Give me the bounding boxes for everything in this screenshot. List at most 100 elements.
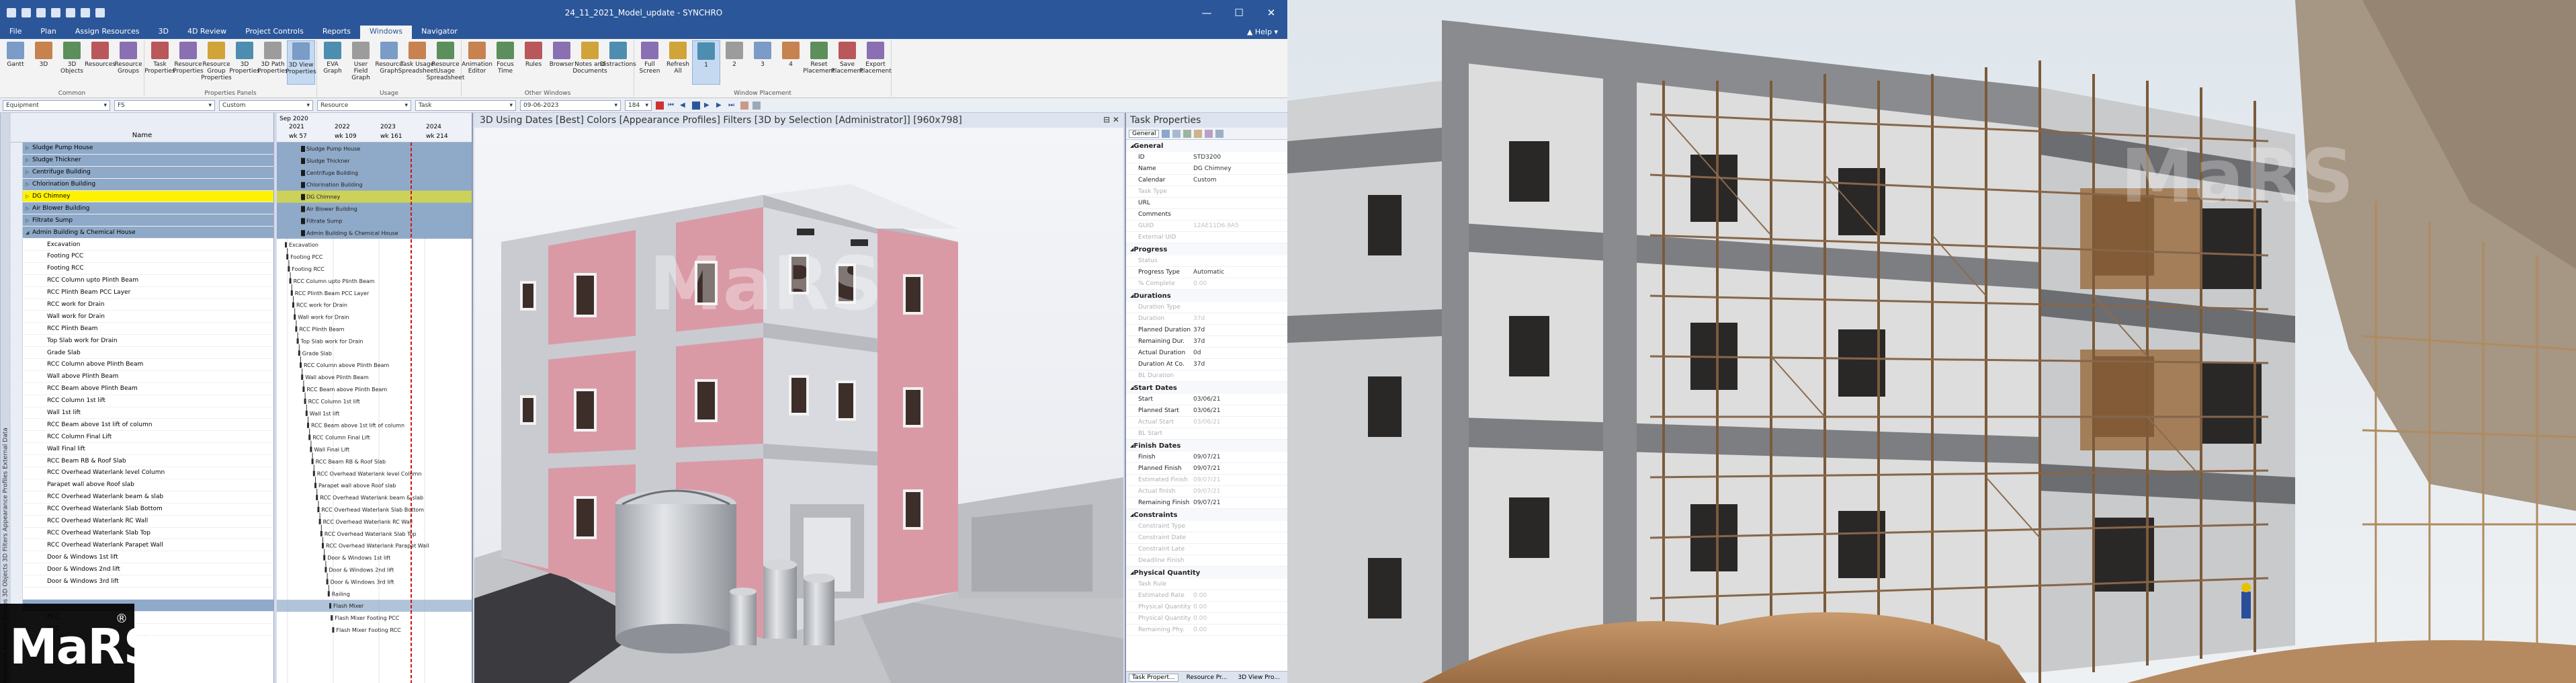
notes-tab-icon[interactable]	[1194, 129, 1203, 138]
property-row[interactable]: Task Type	[1126, 186, 1287, 198]
row-selector[interactable]	[11, 178, 23, 190]
property-row[interactable]: Physical Quantity 0.00	[1126, 602, 1287, 613]
row-selector[interactable]	[11, 143, 23, 154]
gantt-task-bar[interactable]	[308, 434, 311, 440]
camera-icon[interactable]	[740, 101, 748, 110]
ribbon-button-export-placement[interactable]: Export Placement	[859, 40, 892, 85]
gantt-task-bar[interactable]	[301, 182, 305, 188]
step-back-icon[interactable]: ◀	[680, 102, 688, 110]
gantt-task-bar[interactable]	[331, 615, 333, 621]
row-selector[interactable]	[11, 190, 23, 202]
gantt-task-bar[interactable]	[327, 591, 330, 597]
ribbon-button-eva-graph[interactable]: EVA Graph	[318, 40, 347, 85]
task-row[interactable]: Top Slab work for Drain	[11, 335, 273, 348]
row-selector[interactable]	[11, 431, 23, 443]
menu-tab-navigator[interactable]: Navigator	[412, 26, 467, 39]
property-category[interactable]: ◢ Finish Dates	[1126, 440, 1287, 452]
row-selector[interactable]	[11, 311, 23, 323]
row-selector[interactable]	[11, 515, 23, 527]
task-row[interactable]: RCC Overhead Waterlank level Column	[11, 467, 273, 479]
ribbon-button-3d-objects[interactable]: 3D Objects	[58, 40, 86, 85]
task-row[interactable]	[11, 587, 273, 600]
gantt-bars[interactable]: Sludge Pump House Sludge Thickner Centrifu…	[277, 143, 473, 683]
property-row[interactable]: Task Rule	[1126, 579, 1287, 590]
ribbon-button-resource-usage-spreadsheet[interactable]: Resource Usage Spreadsheet	[427, 40, 464, 85]
task-row[interactable]: RCC Column 1st lift	[11, 395, 273, 407]
row-selector[interactable]	[11, 407, 23, 419]
minimize-button[interactable]: —	[1191, 0, 1223, 26]
menu-tab-4d-review[interactable]: 4D Review	[178, 26, 236, 39]
row-selector[interactable]	[11, 419, 23, 431]
row-selector[interactable]	[11, 347, 23, 359]
property-row[interactable]: % Complete 0.00	[1126, 278, 1287, 290]
row-selector[interactable]	[11, 286, 23, 298]
gantt-task-bar[interactable]	[316, 495, 318, 501]
ribbon-button-resource-group-properties[interactable]: Resource Group Properties	[201, 40, 232, 85]
property-row[interactable]: Planned Duration 37d	[1126, 325, 1287, 336]
property-row[interactable]: Remaining Dur. 37d	[1126, 336, 1287, 348]
menu-tab-plan[interactable]: Plan	[31, 26, 65, 39]
property-row[interactable]: Remaining Phy. 0.00	[1126, 625, 1287, 636]
row-selector[interactable]	[11, 587, 23, 599]
date-field[interactable]: 09-06-2023 ▾	[520, 99, 621, 111]
task-row[interactable]: RCC Overhead Waterlank Parapet Wall	[11, 539, 273, 552]
property-row[interactable]: Estimated Finish 09/07/21	[1126, 475, 1287, 486]
gantt-task-bar[interactable]	[285, 242, 287, 248]
gantt-task-bar[interactable]	[301, 169, 305, 176]
resources-tab-icon[interactable]	[1162, 129, 1170, 138]
task-row[interactable]: Grade Slab	[11, 347, 273, 360]
gantt-task-bar[interactable]	[301, 206, 305, 212]
task-row[interactable]: RCC Beam RB & Roof Slab	[11, 455, 273, 468]
property-value[interactable]: 0d	[1193, 350, 1201, 356]
property-value[interactable]: Custom	[1193, 177, 1216, 184]
property-category[interactable]: ◢ Durations	[1126, 290, 1287, 302]
gantt-task-bar[interactable]	[307, 422, 309, 428]
task-row[interactable]: Door & Windows 2nd lift	[11, 563, 273, 576]
row-selector[interactable]	[11, 503, 23, 515]
ribbon-button-3d-view-properties[interactable]: 3D View Properties	[286, 40, 316, 85]
property-category[interactable]: ◢ Progress	[1126, 243, 1287, 255]
ribbon-button-3d-properties[interactable]: 3D Properties	[229, 40, 260, 85]
step-forward-icon[interactable]: ▶	[716, 102, 724, 110]
property-value[interactable]: 09/07/21	[1193, 488, 1220, 495]
row-selector[interactable]	[11, 479, 23, 491]
property-value[interactable]: 37d	[1193, 327, 1205, 333]
expand-icon[interactable]: ▷	[26, 145, 32, 151]
costs-tab-icon[interactable]	[1215, 129, 1224, 138]
row-selector[interactable]	[11, 359, 23, 370]
property-category[interactable]: ◢ Physical Quantity	[1126, 567, 1287, 579]
task-row[interactable]: RCC Beam above Plinth Beam	[11, 383, 273, 395]
close-button[interactable]: ✕	[1255, 0, 1287, 26]
task-row[interactable]: Wall work for Drain	[11, 311, 273, 323]
task-row[interactable]: RCC Column upto Plinth Beam	[11, 274, 273, 287]
ribbon-button-reset-placement[interactable]: Reset Placement	[803, 40, 835, 85]
property-category[interactable]: ◢ Start Dates	[1126, 382, 1287, 394]
calendar-combo[interactable]: Custom ▾	[219, 99, 313, 111]
property-value[interactable]: STD3200	[1193, 154, 1221, 161]
resource-combo[interactable]: Resource ▾	[317, 99, 411, 111]
gantt-task-bar[interactable]	[295, 326, 298, 332]
gantt-task-bar[interactable]	[301, 194, 305, 200]
property-row[interactable]: Constraint Late	[1126, 544, 1287, 555]
gantt-task-bar[interactable]	[325, 567, 327, 573]
property-row[interactable]: External UID	[1126, 232, 1287, 243]
property-row[interactable]: Comments	[1126, 209, 1287, 220]
group-row[interactable]: ▷ Air Blower Building	[11, 202, 273, 215]
row-selector[interactable]	[11, 539, 23, 551]
expand-icon[interactable]: ▷	[26, 206, 32, 211]
row-selector[interactable]	[11, 527, 23, 539]
ribbon-button-4[interactable]: 4	[777, 40, 805, 85]
gantt-task-bar[interactable]	[304, 398, 306, 404]
task-row[interactable]: Excavation	[11, 239, 273, 251]
row-selector[interactable]	[11, 298, 23, 311]
task-row[interactable]: RCC Beam above 1st lift of column	[11, 419, 273, 432]
property-value[interactable]: 37d	[1193, 338, 1205, 345]
property-row[interactable]: BL Duration	[1126, 370, 1287, 382]
play-icon[interactable]: ▶	[704, 102, 712, 110]
property-row[interactable]: Duration At Co. 37d	[1126, 359, 1287, 370]
last-frame-icon[interactable]: ⏭	[728, 102, 736, 110]
gantt-task-bar[interactable]	[314, 483, 316, 489]
menu-tab-3d[interactable]: 3D	[149, 26, 178, 39]
expand-icon[interactable]: ◢	[26, 230, 32, 235]
property-value[interactable]: 03/06/21	[1193, 407, 1220, 414]
